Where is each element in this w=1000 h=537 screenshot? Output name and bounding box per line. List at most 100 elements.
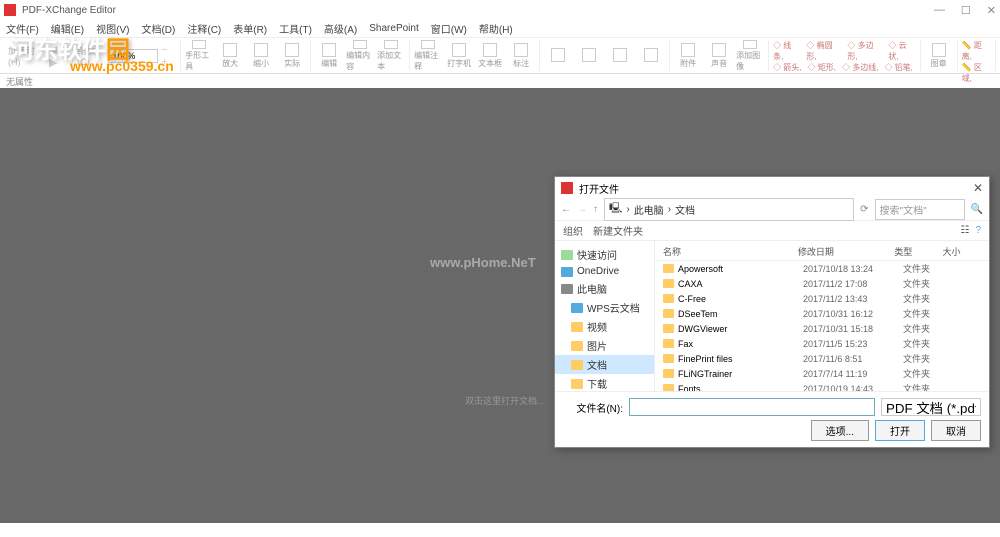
nav-WPS云文档[interactable]: WPS云文档 <box>555 298 654 317</box>
tool-stamp[interactable]: 图章 <box>925 40 953 72</box>
nav-此电脑[interactable]: 此电脑 <box>555 279 654 298</box>
tbox-icon <box>483 43 497 57</box>
measure-距离[interactable]: 📏 距离, <box>962 40 991 62</box>
open-placeholder[interactable]: 双击这里打开文档... <box>465 394 545 407</box>
shape-多边线[interactable]: ◇ 多边线, <box>842 62 878 73</box>
edt2-icon <box>353 40 367 49</box>
view-mode-icon[interactable]: ☷ <box>960 225 969 236</box>
measure-区域[interactable]: 📏 区域, <box>962 62 991 84</box>
tool-st[interactable] <box>606 40 634 72</box>
dialog-toolbar: 组织 新建文件夹 ☷ ? <box>555 221 989 241</box>
file-row[interactable]: CAXA2017/11/2 17:08文件夹 <box>655 276 989 291</box>
bottom-statusbar <box>0 523 1000 537</box>
open-button[interactable]: 打开 <box>875 420 925 441</box>
menu-item[interactable]: 工具(T) <box>279 21 312 36</box>
menu-item[interactable]: 窗口(W) <box>431 21 467 36</box>
search-input[interactable]: 搜索"文档" <box>875 199 965 220</box>
tool-zout[interactable]: 缩小 <box>247 40 275 72</box>
file-row[interactable]: FLiNGTrainer2017/7/14 11:19文件夹 <box>655 366 989 381</box>
menu-item[interactable]: SharePoint <box>369 23 418 34</box>
col-type[interactable]: 类型 <box>894 245 942 258</box>
filename-input[interactable] <box>629 398 875 416</box>
maximize-button[interactable]: ☐ <box>961 4 971 17</box>
menu-item[interactable]: 文档(D) <box>141 21 175 36</box>
menu-item[interactable]: 注释(C) <box>187 21 221 36</box>
menu-item[interactable]: 高级(A) <box>324 21 357 36</box>
file-row[interactable]: Apowersoft2017/10/18 13:24文件夹 <box>655 261 989 276</box>
nav-fwd-icon[interactable]: → <box>577 204 587 215</box>
tb-annot-tools: 编辑注释打字机文本框标注 <box>410 40 540 71</box>
watermark-center: www.pHome.NeT <box>430 255 536 270</box>
folder-icon <box>571 303 583 313</box>
dialog-titlebar: 打开文件 ✕ <box>555 177 989 199</box>
organize-menu[interactable]: 组织 <box>563 223 583 238</box>
col-date[interactable]: 修改日期 <box>798 245 894 258</box>
shape-云状[interactable]: ◇ 云状, <box>888 40 915 62</box>
dialog-footer: 文件名(N): 选项... 打开 取消 <box>555 391 989 447</box>
nav-快速访问[interactable]: 快速访问 <box>555 245 654 264</box>
tool-fit[interactable]: 实际 <box>278 40 306 72</box>
col-size[interactable]: 大小 <box>942 245 981 258</box>
tb-text-tools <box>540 40 670 71</box>
shape-多边形[interactable]: ◇ 多边形, <box>847 40 882 62</box>
shape-椭圆形[interactable]: ◇ 椭圆形, <box>806 40 841 62</box>
dialog-close-button[interactable]: ✕ <box>973 181 983 195</box>
menu-item[interactable]: 表单(R) <box>233 21 267 36</box>
tool-txt[interactable]: 添加文本 <box>377 40 405 72</box>
file-row[interactable]: DWGViewer2017/10/31 15:18文件夹 <box>655 321 989 336</box>
file-row[interactable]: Fax2017/11/5 15:23文件夹 <box>655 336 989 351</box>
col-name[interactable]: 名称 <box>663 245 798 258</box>
nav-下载[interactable]: 下载 <box>555 374 654 391</box>
tool-edit[interactable]: 编辑 <box>315 40 343 72</box>
nav-图片[interactable]: 图片 <box>555 336 654 355</box>
watermark-url: www.pc0359.cn <box>70 58 174 74</box>
new-folder-button[interactable]: 新建文件夹 <box>593 223 643 238</box>
tool-img[interactable]: 添加图像 <box>736 40 764 72</box>
file-row[interactable]: Fonts2017/10/19 14:43文件夹 <box>655 381 989 391</box>
folder-icon <box>571 341 583 351</box>
shape-铅笔[interactable]: ◇ 铅笔, <box>884 62 912 73</box>
close-button[interactable]: ✕ <box>987 4 996 17</box>
file-row[interactable]: FinePrint files2017/11/6 8:51文件夹 <box>655 351 989 366</box>
menu-item[interactable]: 帮助(H) <box>479 21 513 36</box>
tool-hand[interactable]: 手形工具 <box>185 40 213 72</box>
shape-箭头[interactable]: ◇ 箭头, <box>773 62 801 73</box>
tool-snd[interactable]: 声音 <box>705 40 733 72</box>
app-icon <box>4 4 16 16</box>
file-row[interactable]: DSeeTem2017/10/31 16:12文件夹 <box>655 306 989 321</box>
t2-icon <box>644 48 658 62</box>
tool-call[interactable]: 标注 <box>507 40 535 72</box>
shape-矩形[interactable]: ◇ 矩形, <box>808 62 836 73</box>
folder-icon <box>561 284 573 294</box>
tool-ul[interactable] <box>575 40 603 72</box>
help-icon[interactable]: ? <box>975 225 981 236</box>
tool-att[interactable]: 附件 <box>674 40 702 72</box>
folder-icon <box>561 250 573 260</box>
nav-视频[interactable]: 视频 <box>555 317 654 336</box>
nav-文档[interactable]: 文档 <box>555 355 654 374</box>
refresh-icon[interactable]: ⟳ <box>860 204 868 215</box>
search-icon[interactable]: 🔍 <box>971 204 983 215</box>
nav-up-icon[interactable]: ↑ <box>593 204 598 215</box>
minimize-button[interactable]: — <box>934 4 945 17</box>
options-button[interactable]: 选项... <box>811 420 869 441</box>
tool-hl[interactable] <box>544 40 572 72</box>
tool-ann[interactable]: 编辑注释 <box>414 40 442 72</box>
tool-type[interactable]: 打字机 <box>445 40 473 72</box>
folder-icon <box>663 279 674 288</box>
nav-back-icon[interactable]: ← <box>561 204 571 215</box>
tool-tbox[interactable]: 文本框 <box>476 40 504 72</box>
cancel-button[interactable]: 取消 <box>931 420 981 441</box>
file-row[interactable]: C-Free2017/11/2 13:43文件夹 <box>655 291 989 306</box>
shape-线条[interactable]: ◇ 线条, <box>773 40 800 62</box>
tool-edt2[interactable]: 编辑内容 <box>346 40 374 72</box>
call-icon <box>514 43 528 57</box>
tool-zin[interactable]: 放大 <box>216 40 244 72</box>
address-bar[interactable]: 🖳 ›此电脑 ›文档 <box>604 198 854 221</box>
tb-edit-tools: 编辑编辑内容添加文本 <box>311 40 410 71</box>
tool-t2[interactable] <box>637 40 665 72</box>
nav-OneDrive[interactable]: OneDrive <box>555 264 654 279</box>
filetype-select[interactable] <box>881 398 981 416</box>
dialog-icon <box>561 182 573 194</box>
ann-icon <box>421 40 435 49</box>
